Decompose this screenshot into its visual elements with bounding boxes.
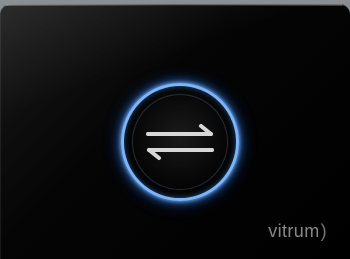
glass-panel: vitrum) (0, 4, 350, 259)
panel-top-edge (6, 4, 342, 6)
brand-logo: vitrum) (268, 222, 327, 240)
brand-paren: ) (320, 221, 327, 241)
switch-scene: vitrum) (0, 0, 350, 259)
swap-arrows-icon (146, 124, 214, 160)
swap-switch-button[interactable] (121, 83, 239, 201)
brand-name: vitrum (268, 221, 320, 241)
